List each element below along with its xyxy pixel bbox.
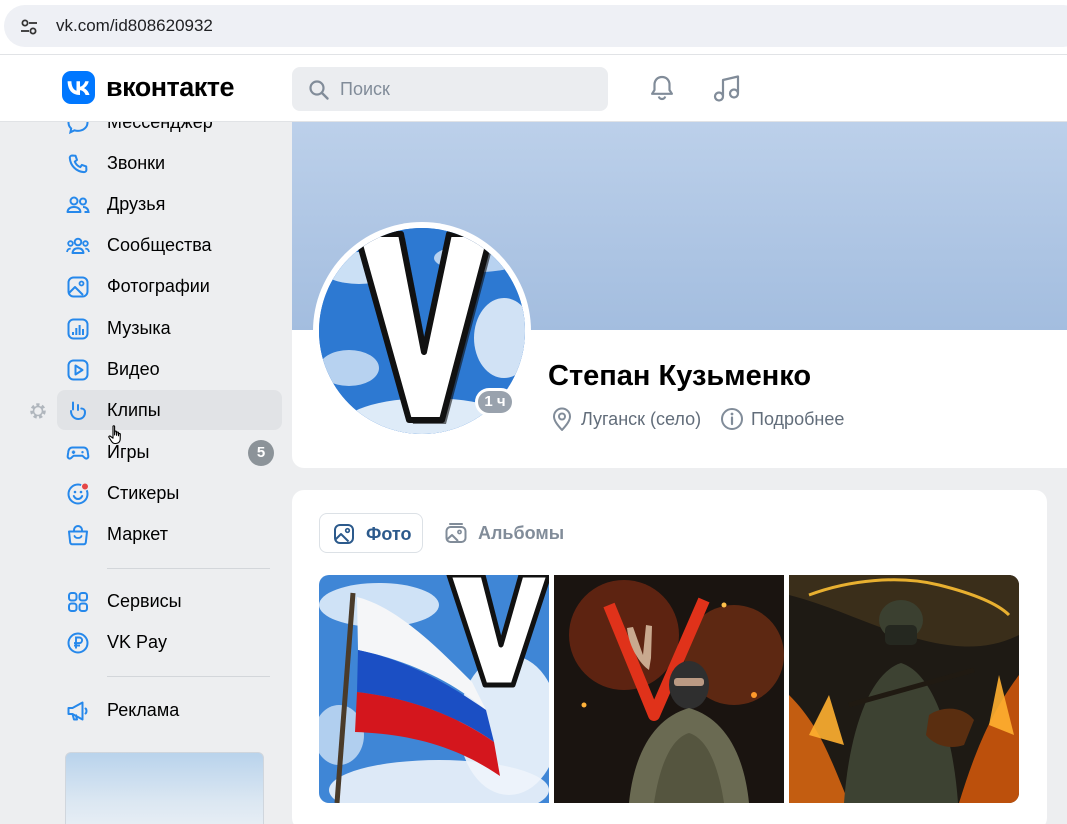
clips-icon	[70, 401, 87, 421]
sidebar-item-market[interactable]: Маркет	[57, 514, 282, 554]
address-field[interactable]: vk.com/id808620932	[4, 5, 1067, 47]
bell-icon[interactable]	[647, 73, 677, 103]
top-header: вконтакте	[0, 54, 1067, 122]
gear-icon[interactable]	[27, 400, 49, 422]
sidebar-item-label: Сервисы	[107, 591, 182, 611]
sidebar-item-messenger[interactable]: Мессенджер	[57, 122, 282, 142]
sidebar-item-friends[interactable]: Друзья	[57, 184, 282, 224]
games-icon	[66, 446, 90, 460]
sidebar-item-games[interactable]: Игры 5	[57, 432, 282, 472]
profile-name: Степан Кузьменко	[548, 360, 812, 392]
friends-icon	[66, 196, 90, 213]
sidebar-item-photos[interactable]: Фотографии	[57, 266, 282, 306]
info-icon[interactable]	[720, 407, 744, 431]
browser-address-bar: vk.com/id808620932	[0, 0, 1067, 54]
sidebar-item-video[interactable]: Видео	[57, 349, 282, 389]
sidebar-item-label: Музыка	[107, 318, 171, 338]
sidebar-item-label: Звонки	[107, 153, 166, 173]
photo-thumbnail[interactable]	[789, 575, 1019, 803]
sidebar-item-label: Друзья	[107, 194, 166, 214]
profile-location[interactable]: Луганск (село)	[581, 409, 701, 430]
location-pin-icon	[553, 407, 571, 431]
sidebar-item-services[interactable]: Сервисы	[57, 581, 282, 621]
photos-icon	[67, 276, 89, 298]
site-settings-icon[interactable]	[19, 17, 39, 37]
search-box[interactable]	[292, 67, 608, 111]
games-count-badge: 5	[248, 440, 274, 466]
sidebar-item-stickers[interactable]: Стикеры	[57, 473, 282, 513]
communities-icon	[66, 237, 90, 254]
hand-cursor-icon	[108, 425, 121, 445]
albums-icon	[445, 523, 467, 543]
tab-label: Фото	[366, 524, 412, 544]
music-icon	[67, 318, 89, 340]
sidebar-item-communities[interactable]: Сообщества	[57, 225, 282, 265]
last-seen-badge: 1 ч	[475, 388, 515, 416]
profile-header-card: 1 ч Степан Кузьменко Луганск (село) Подр…	[292, 122, 1067, 468]
video-icon	[67, 359, 89, 381]
details-link[interactable]: Подробнее	[751, 409, 844, 430]
tab-albums[interactable]: Альбомы	[442, 513, 572, 553]
services-icon	[68, 592, 88, 612]
sidebar-item-label: Сообщества	[107, 235, 212, 255]
stickers-icon	[67, 482, 90, 505]
logo-wordmark[interactable]: вконтакте	[106, 72, 235, 103]
sidebar-item-clips[interactable]: Клипы	[57, 390, 282, 430]
photos-block: Фото Альбомы	[292, 490, 1047, 824]
left-sidebar: Мессенджер Звонки Друзья Сообщества Фото…	[0, 122, 290, 824]
sidebar-item-vkpay[interactable]: VK Pay	[57, 622, 282, 662]
sidebar-item-ads[interactable]: Реклама	[57, 690, 282, 730]
megaphone-icon	[67, 701, 88, 721]
search-icon	[309, 80, 329, 100]
sidebar-divider	[107, 568, 270, 569]
last-seen-text: 1 ч	[478, 391, 512, 413]
photo-thumbnail[interactable]	[554, 575, 784, 803]
message-icon	[67, 122, 89, 135]
vk-logo-icon[interactable]	[62, 71, 95, 104]
sidebar-item-label: Видео	[107, 359, 160, 379]
promo-banner-image[interactable]	[65, 752, 264, 824]
sidebar-item-label: Реклама	[107, 700, 180, 720]
tab-label: Альбомы	[478, 523, 565, 543]
sidebar-item-label: Клипы	[107, 400, 161, 420]
sidebar-item-label: Маркет	[107, 524, 168, 544]
sidebar-divider	[107, 676, 270, 677]
sidebar-item-music[interactable]: Музыка	[57, 308, 282, 348]
search-input[interactable]	[340, 67, 590, 111]
phone-icon	[68, 154, 88, 174]
sidebar-item-label: Стикеры	[107, 483, 180, 503]
sidebar-item-label: Фотографии	[107, 276, 210, 296]
sidebar-item-calls[interactable]: Звонки	[57, 143, 282, 183]
vkpay-icon	[67, 632, 89, 654]
sidebar-item-label: VK Pay	[107, 632, 168, 652]
photo-icon	[334, 524, 354, 544]
music-note-icon[interactable]	[711, 72, 743, 104]
market-icon	[68, 525, 88, 546]
tab-photos[interactable]: Фото	[319, 513, 423, 553]
sidebar-item-label: Мессенджер	[107, 122, 213, 132]
photo-thumbnail[interactable]	[319, 575, 549, 803]
url-text[interactable]: vk.com/id808620932	[56, 16, 213, 36]
